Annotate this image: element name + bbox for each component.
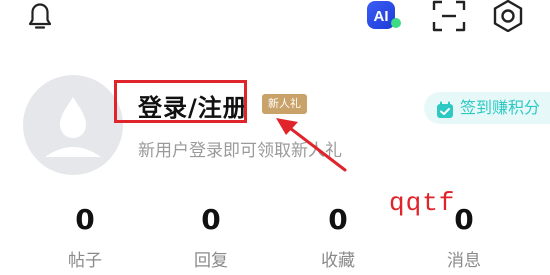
- subtitle: 新用户登录即可领取新人礼: [138, 141, 342, 161]
- stat-posts[interactable]: 0 帖子: [55, 200, 115, 271]
- scan-icon[interactable]: [432, 0, 466, 32]
- stat-value: 0: [201, 203, 221, 236]
- stat-label: 消息: [447, 251, 481, 271]
- stat-value: 0: [328, 203, 348, 236]
- login-register-link[interactable]: 登录/注册: [138, 88, 248, 123]
- ai-icon[interactable]: AI: [364, 0, 404, 32]
- top-bar: AI: [0, 0, 550, 40]
- stat-label: 帖子: [68, 251, 102, 271]
- ai-icon-label: AI: [374, 8, 389, 25]
- stat-label: 回复: [194, 251, 228, 271]
- stat-value: 0: [75, 203, 95, 236]
- default-avatar-icon: [45, 97, 101, 157]
- stat-value: 0: [454, 203, 474, 236]
- newbie-gift-badge: 新人礼: [262, 94, 307, 114]
- gear-icon[interactable]: [491, 0, 525, 33]
- checkin-button[interactable]: 签到赚积分: [424, 92, 550, 124]
- stat-label: 收藏: [321, 251, 355, 271]
- bell-icon[interactable]: [25, 0, 55, 32]
- calendar-icon: [436, 98, 454, 118]
- avatar[interactable]: [23, 75, 123, 175]
- stat-replies[interactable]: 0 回复: [181, 200, 241, 271]
- stat-favorites[interactable]: 0 收藏: [308, 200, 368, 271]
- stat-messages[interactable]: 0 消息: [434, 200, 494, 271]
- checkin-label: 签到赚积分: [460, 98, 541, 117]
